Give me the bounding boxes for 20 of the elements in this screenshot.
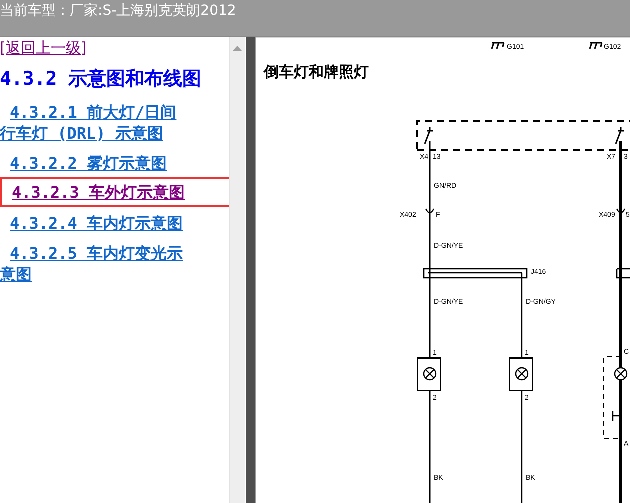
ground-icon xyxy=(589,42,603,50)
switch-icon xyxy=(612,410,622,422)
scrollbar[interactable] xyxy=(229,37,245,503)
connector-icon xyxy=(425,208,435,214)
nav-link[interactable]: 4.3.2.2 雾灯示意图 xyxy=(0,153,192,174)
nav-link[interactable]: 4.3.2.3 车外灯示意图 xyxy=(2,182,194,203)
back-link[interactable]: [返回上一级] xyxy=(0,39,87,58)
ground-icon xyxy=(491,42,505,50)
lamp-icon xyxy=(418,357,442,392)
diagram-title: 倒车灯和牌照灯 xyxy=(264,63,369,82)
switch-icon xyxy=(615,126,625,145)
splitter[interactable] xyxy=(246,37,256,503)
section-heading: 4.3.2 示意图和布线图 xyxy=(0,67,203,92)
switch-icon xyxy=(424,126,434,145)
splice-block xyxy=(616,268,630,279)
scroll-up-icon[interactable] xyxy=(233,46,242,51)
lamp-icon xyxy=(510,357,534,392)
vehicle-title: 当前车型：厂家:S-上海别克英朗2012 xyxy=(0,2,236,20)
nav-link[interactable]: 4.3.2.4 车内灯示意图 xyxy=(0,213,192,234)
connector-icon xyxy=(616,208,626,214)
